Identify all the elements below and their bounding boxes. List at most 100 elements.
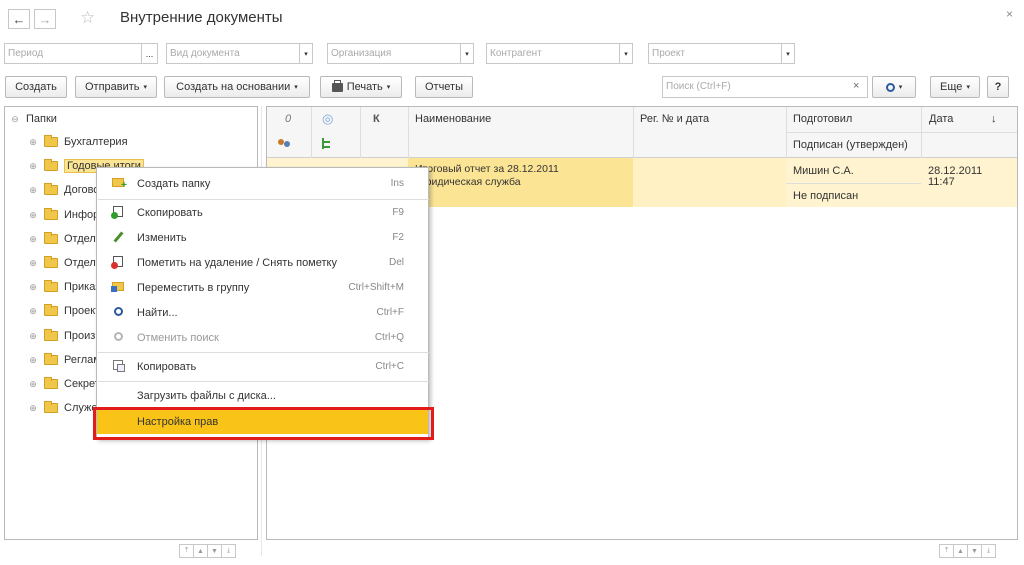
contractor-dropdown-button[interactable]: ▾ (619, 43, 633, 64)
create-based-on-button[interactable]: Создать на основании ▾ (164, 76, 310, 98)
menu-item-cancel-search[interactable]: Отменить поиск Ctrl+Q (97, 325, 428, 350)
status-circle-icon[interactable]: ◎ (322, 111, 333, 127)
sort-arrow-icon[interactable]: ↓ (991, 113, 997, 125)
expand-icon[interactable]: ⊕ (28, 185, 38, 195)
row-signed: Не подписан (793, 190, 859, 202)
tree-root-folders[interactable]: ⊖ Папки (10, 110, 57, 128)
scroll-last-icon[interactable]: ⤓ (981, 544, 996, 558)
expand-icon[interactable]: ⊕ (28, 258, 38, 268)
menu-item-upload-files[interactable]: Загрузить файлы с диска... (97, 383, 428, 408)
move-group-icon (111, 281, 125, 295)
expand-icon[interactable]: ⊕ (28, 210, 38, 220)
users-icon (278, 139, 292, 149)
send-button[interactable]: Отправить ▾ (75, 76, 157, 98)
scroll-down-icon[interactable]: ▼ (967, 544, 982, 558)
hierarchy-icon (322, 138, 332, 149)
edit-pencil-icon (111, 230, 125, 245)
copy-item-icon (111, 205, 125, 220)
close-icon[interactable]: × (1006, 7, 1013, 21)
chevron-down-icon: ▾ (898, 84, 903, 91)
doc-type-field[interactable]: Вид документа (166, 43, 300, 64)
menu-item-copy-clipboard[interactable]: Копировать Ctrl+C (97, 354, 428, 379)
project-dropdown-button[interactable]: ▾ (781, 43, 795, 64)
project-field[interactable]: Проект (648, 43, 782, 64)
folder-icon (44, 183, 58, 196)
folder-icon (44, 304, 58, 317)
menu-item-find[interactable]: Найти... Ctrl+F (97, 300, 428, 325)
menu-item-move-group[interactable]: Переместить в группу Ctrl+Shift+M (97, 275, 428, 300)
clear-search-icon[interactable]: × (853, 80, 859, 92)
column-name[interactable]: Наименование (415, 113, 491, 125)
column-signed[interactable]: Подписан (утвержден) (793, 139, 908, 151)
row-time: 11:47 (928, 176, 955, 188)
back-button[interactable]: ← (8, 9, 30, 29)
attachment-column-icon[interactable]: 0 (285, 113, 291, 125)
row-name: Итоговый отчет за 28.12.2011 (415, 163, 559, 175)
period-field[interactable]: Период (4, 43, 142, 64)
scroll-last-icon[interactable]: ⤓ (221, 544, 236, 558)
collapse-icon[interactable]: ⊖ (10, 114, 20, 124)
scroll-down-icon[interactable]: ▼ (207, 544, 222, 558)
scroll-first-icon[interactable]: ⤒ (179, 544, 194, 558)
chevron-down-icon: ▾ (143, 84, 148, 91)
organization-field[interactable]: Организация (327, 43, 461, 64)
search-input[interactable]: Поиск (Ctrl+F) (662, 76, 868, 98)
column-prepared[interactable]: Подготовил (793, 113, 852, 125)
folder-icon (44, 231, 58, 244)
row-prepared: Мишин С.А. (793, 165, 854, 177)
menu-item-mark-delete[interactable]: Пометить на удаление / Снять пометку Del (97, 250, 428, 275)
page-title: Внутренние документы (120, 9, 283, 26)
period-select-button[interactable]: ... (141, 43, 158, 64)
menu-item-copy-item[interactable]: Скопировать F9 (97, 200, 428, 225)
forward-button[interactable]: → (34, 9, 56, 29)
favorite-star-icon[interactable]: ☆ (80, 8, 95, 28)
column-reg-number[interactable]: Рег. № и дата (640, 113, 709, 125)
folder-icon (44, 159, 58, 172)
back-arrow-icon: ← (12, 11, 26, 27)
reports-button[interactable]: Отчеты (415, 76, 473, 98)
expand-icon[interactable]: ⊕ (28, 306, 38, 316)
doc-type-dropdown-button[interactable]: ▾ (299, 43, 313, 64)
column-k[interactable]: К (373, 113, 380, 125)
create-button[interactable]: Создать (5, 76, 67, 98)
scroll-up-icon[interactable]: ▲ (193, 544, 208, 558)
mark-delete-icon (111, 255, 125, 270)
tree-item-folder[interactable]: ⊕ Бухгалтерия (28, 133, 128, 151)
highlight-annotation-box (93, 407, 434, 440)
expand-icon[interactable]: ⊕ (28, 379, 38, 389)
tree-scroll-buttons: ⤒ ▲ ▼ ⤓ (179, 544, 236, 558)
contractor-field[interactable]: Контрагент (486, 43, 620, 64)
copy-clipboard-icon (111, 359, 125, 374)
column-date[interactable]: Дата (929, 113, 953, 125)
folder-icon (44, 135, 58, 147)
scroll-up-icon[interactable]: ▲ (953, 544, 968, 558)
expand-icon[interactable]: ⊕ (28, 282, 38, 292)
table-scroll-buttons: ⤒ ▲ ▼ ⤓ (939, 544, 996, 558)
printer-icon (331, 79, 343, 92)
expand-icon[interactable]: ⊕ (28, 331, 38, 341)
find-icon (111, 306, 125, 320)
menu-item-edit[interactable]: Изменить F2 (97, 225, 428, 250)
organization-dropdown-button[interactable]: ▾ (460, 43, 474, 64)
expand-icon[interactable]: ⊕ (28, 403, 38, 413)
forward-arrow-icon: → (38, 11, 52, 27)
folder-icon (44, 328, 58, 341)
print-button[interactable]: Печать ▾ (320, 76, 402, 98)
chevron-down-icon: ▾ (386, 84, 391, 91)
expand-icon[interactable]: ⊕ (28, 137, 38, 147)
more-button[interactable]: Еще ▾ (930, 76, 980, 98)
folder-icon (44, 352, 58, 365)
folder-icon (44, 377, 58, 389)
expand-icon[interactable]: ⊕ (28, 234, 38, 244)
expand-icon[interactable]: ⊕ (28, 161, 38, 171)
folder-icon (44, 280, 58, 293)
search-button[interactable]: ▾ (872, 76, 916, 98)
menu-item-create-folder[interactable]: + Создать папку Ins (97, 171, 428, 196)
folder-icon (44, 207, 58, 220)
tree-item-label: Бухгалтерия (64, 136, 128, 148)
expand-icon[interactable]: ⊕ (28, 355, 38, 365)
help-button[interactable]: ? (987, 76, 1009, 98)
search-icon (885, 82, 895, 92)
scroll-first-icon[interactable]: ⤒ (939, 544, 954, 558)
row-department: Юридическая служба (415, 176, 521, 188)
